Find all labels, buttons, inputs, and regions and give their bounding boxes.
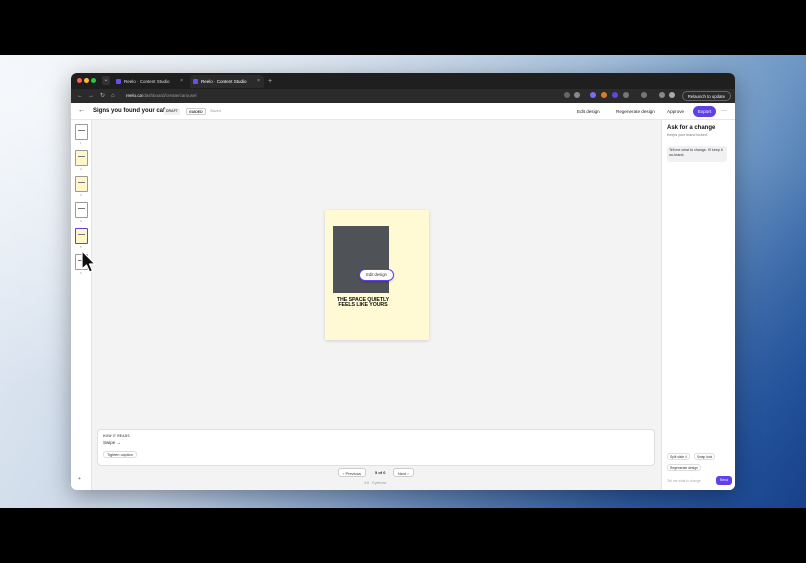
- home-icon[interactable]: ⌂: [111, 91, 115, 101]
- browser-tab-1[interactable]: Reelo · Content Studio ×: [113, 75, 187, 88]
- suggestion-chip[interactable]: Regenerate design: [667, 464, 701, 471]
- assistant-message: Tell me what to change. I'll keep it on-…: [667, 146, 727, 162]
- extension-icon[interactable]: [612, 92, 618, 98]
- slide-thumbnail-selected[interactable]: [75, 228, 88, 244]
- forward-icon[interactable]: →: [88, 91, 94, 101]
- regenerate-design-button[interactable]: Regenerate design: [612, 106, 659, 117]
- reelo-favicon-icon: [116, 79, 121, 84]
- url-path: /dashboard/create/carousel: [142, 93, 197, 98]
- close-tab-icon[interactable]: ×: [180, 75, 183, 88]
- ask-for-change-panel: Ask for a change Keeps your brand locked…: [661, 120, 735, 490]
- more-options-icon[interactable]: ···: [721, 106, 727, 116]
- slide-thumbnail[interactable]: [75, 150, 88, 166]
- status-badge-guided: GUIDED: [186, 108, 206, 115]
- editor-header: ← Signs you found your cafe DRAFT GUIDED…: [71, 103, 735, 120]
- slide-image: [333, 226, 389, 293]
- send-button[interactable]: Send: [716, 476, 732, 485]
- previous-button[interactable]: ‹ Previous: [338, 468, 367, 477]
- slide-canvas: Edit design THE SPACE QUIETLY FEELS LIKE…: [92, 120, 661, 490]
- page-title: Signs you found your cafe: [93, 108, 169, 114]
- change-request-input[interactable]: Tell me what to change: [667, 477, 715, 485]
- install-icon[interactable]: [564, 92, 570, 98]
- puzzle-icon[interactable]: [623, 92, 629, 98]
- save-status: Saved: [210, 109, 221, 113]
- slide-thumbnail[interactable]: [75, 202, 88, 218]
- back-arrow-icon[interactable]: ←: [78, 106, 85, 116]
- screen: ⌄ Reelo · Content Studio × Reelo · Conte…: [0, 0, 806, 563]
- edit-design-button[interactable]: Edit design: [573, 106, 604, 117]
- page-indicator: 5 of 6: [375, 470, 386, 475]
- slide-preview[interactable]: Edit design THE SPACE QUIETLY FEELS LIKE…: [325, 210, 429, 340]
- reelo-favicon-icon: [193, 79, 198, 84]
- how-it-reads-label: HOW IT READS: [103, 434, 130, 438]
- next-button[interactable]: Next ›: [393, 468, 414, 477]
- tab-title: Reelo · Content Studio: [124, 79, 170, 84]
- export-button[interactable]: Export: [693, 106, 716, 117]
- add-slide-button[interactable]: +: [78, 476, 81, 482]
- how-it-reads-text: Swipe →: [103, 440, 122, 445]
- browser-tab-2[interactable]: Reelo · Content Studio ×: [190, 75, 264, 88]
- slide-number: 3: [80, 193, 82, 197]
- suggestion-chip[interactable]: Split slide 4: [667, 453, 690, 460]
- url-field[interactable]: reelo.ca/dashboard/create/carousel: [126, 91, 556, 101]
- status-badge-draft: DRAFT: [164, 108, 180, 115]
- avatar[interactable]: [669, 92, 675, 98]
- panel-subtitle: Keeps your brand locked.: [667, 133, 708, 137]
- how-it-reads-card: HOW IT READS Swipe → Tighten caption: [97, 429, 655, 466]
- slide-thumbnail[interactable]: [75, 176, 88, 192]
- slide-number: 1: [80, 141, 82, 145]
- reload-icon[interactable]: ↻: [100, 91, 105, 101]
- browser-window: ⌄ Reelo · Content Studio × Reelo · Conte…: [71, 73, 735, 490]
- back-icon[interactable]: ←: [77, 91, 83, 101]
- slide-number: 5: [80, 245, 82, 249]
- address-bar: ← → ↻ ⌂ reelo.ca/dashboard/create/carous…: [71, 89, 735, 103]
- relaunch-button[interactable]: Relaunch to update: [681, 91, 731, 101]
- slide-number: 2: [80, 167, 82, 171]
- approve-button[interactable]: Approve: [663, 106, 688, 117]
- new-tab-button[interactable]: +: [268, 75, 272, 88]
- extension-icon[interactable]: [601, 92, 607, 98]
- close-window-button[interactable]: [77, 78, 82, 83]
- edit-design-overlay-button[interactable]: Edit design: [359, 269, 394, 281]
- star-icon[interactable]: [574, 92, 580, 98]
- mouse-pointer-icon: [81, 250, 96, 273]
- slide-thumbnails: 1 2 3 4 5 6 +: [71, 120, 92, 490]
- minimize-window-button[interactable]: [84, 78, 89, 83]
- tab-list-icon[interactable]: ⌄: [102, 76, 110, 85]
- tighten-caption-button[interactable]: Tighten caption: [103, 451, 137, 458]
- format-note: 4:5 · Eyebrow: [364, 481, 387, 485]
- sidebar-icon[interactable]: [641, 92, 647, 98]
- tab-title: Reelo · Content Studio: [201, 79, 247, 84]
- close-tab-icon[interactable]: ×: [257, 75, 260, 88]
- slide-headline: THE SPACE QUIETLY FEELS LIKE YOURS: [336, 297, 390, 309]
- maximize-window-button[interactable]: [91, 78, 96, 83]
- suggestion-chip[interactable]: Swap look: [694, 453, 716, 460]
- tab-bar: ⌄ Reelo · Content Studio × Reelo · Conte…: [71, 73, 735, 89]
- panel-title: Ask for a change: [667, 125, 716, 131]
- slide-thumbnail[interactable]: [75, 124, 88, 140]
- slide-number: 4: [80, 219, 82, 223]
- extension-icon[interactable]: [590, 92, 596, 98]
- cast-icon[interactable]: [659, 92, 665, 98]
- url-host: reelo.ca: [126, 93, 143, 98]
- content-studio: ← Signs you found your cafe DRAFT GUIDED…: [71, 103, 735, 490]
